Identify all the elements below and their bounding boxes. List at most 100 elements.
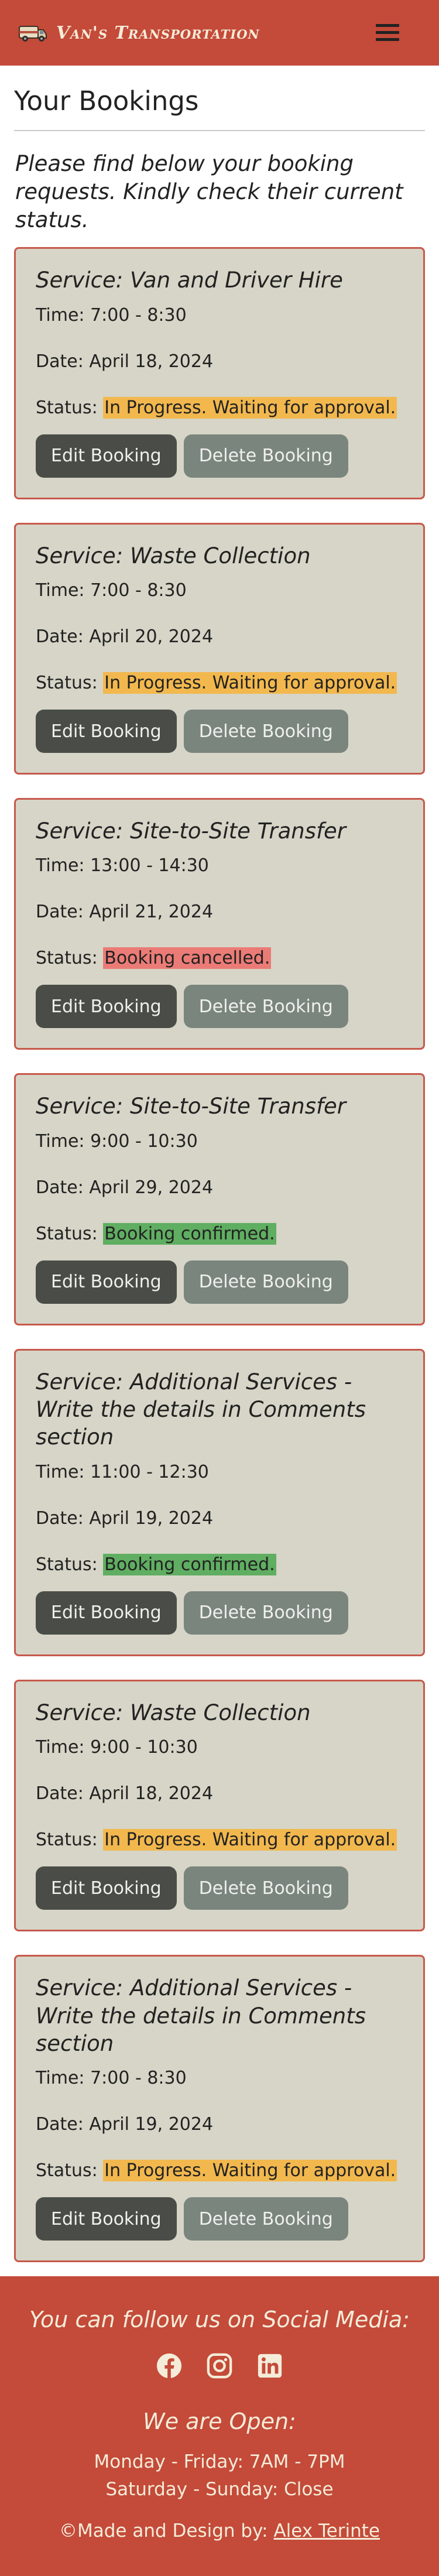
time-label: Time: [36, 1131, 85, 1152]
author-link[interactable]: Alex Terinte [273, 2520, 380, 2541]
delete-booking-button[interactable]: Delete Booking [183, 1591, 348, 1635]
booking-service: Service: Van and Driver Hire [36, 268, 343, 293]
credit-line: ©Made and Design by: Alex Terinte [0, 2520, 439, 2541]
date-value: April 20, 2024 [89, 626, 214, 647]
status-badge: In Progress. Waiting for approval. [103, 396, 397, 419]
booking-service: Service: Waste Collection [36, 1700, 311, 1725]
booking-status: Status: In Progress. Waiting for approva… [36, 396, 402, 419]
hamburger-bar [376, 24, 399, 27]
delete-booking-button[interactable]: Delete Booking [183, 710, 348, 753]
date-value: April 19, 2024 [89, 2114, 214, 2135]
booking-service: Service: Site-to-Site Transfer [36, 1094, 346, 1119]
booking-time: Time: 7:00 - 8:30 [36, 580, 402, 601]
hamburger-bar [376, 38, 399, 41]
opening-hours: Monday - Friday: 7AM - 7PM Saturday - Su… [0, 2448, 439, 2503]
hamburger-bar [376, 31, 399, 34]
booking-status: Status: In Progress. Waiting for approva… [36, 672, 402, 694]
time-label: Time: [36, 1461, 85, 1482]
edit-booking-button[interactable]: Edit Booking [36, 2197, 177, 2241]
time-value: 11:00 - 12:30 [90, 1461, 209, 1482]
time-value: 9:00 - 10:30 [90, 1131, 198, 1152]
delete-booking-button[interactable]: Delete Booking [183, 1260, 348, 1304]
time-value: 7:00 - 8:30 [90, 2068, 187, 2089]
date-label: Date: [36, 1783, 84, 1804]
date-label: Date: [36, 626, 84, 647]
navbar: Van's Transportation [0, 0, 439, 66]
booking-card: Service: Waste Collection Time: 7:00 - 8:… [14, 522, 425, 775]
edit-booking-button[interactable]: Edit Booking [36, 1260, 177, 1304]
bookings-list: Service: Van and Driver Hire Time: 7:00 -… [0, 247, 439, 2263]
date-value: April 18, 2024 [89, 351, 214, 372]
booking-service: Service: Additional Services - Write the… [36, 1369, 366, 1450]
booking-time: Time: 9:00 - 10:30 [36, 1131, 402, 1152]
booking-status: Status: In Progress. Waiting for approva… [36, 2160, 402, 2182]
booking-actions: Edit Booking Delete Booking [36, 985, 402, 1029]
footer: You can follow us on Social Media: We ar… [0, 2276, 439, 2576]
status-badge: Booking cancelled. [103, 947, 272, 970]
status-badge: Booking confirmed. [103, 1222, 276, 1245]
edit-booking-button[interactable]: Edit Booking [36, 1591, 177, 1635]
title-divider [14, 130, 425, 131]
status-label: Status: [36, 1830, 98, 1851]
edit-booking-button[interactable]: Edit Booking [36, 1866, 177, 1910]
status-badge: In Progress. Waiting for approval. [103, 1829, 397, 1851]
time-label: Time: [36, 2068, 85, 2089]
booking-date: Date: April 19, 2024 [36, 1508, 402, 1529]
booking-actions: Edit Booking Delete Booking [36, 1866, 402, 1910]
booking-card: Service: Additional Services - Write the… [14, 1348, 425, 1656]
brand-name: Van's Transportation [56, 22, 260, 43]
credit-prefix: ©Made and Design by: [59, 2520, 268, 2541]
time-label: Time: [36, 580, 85, 601]
time-value: 13:00 - 14:30 [90, 855, 209, 876]
booking-actions: Edit Booking Delete Booking [36, 1260, 402, 1304]
booking-time: Time: 7:00 - 8:30 [36, 305, 402, 326]
booking-time: Time: 11:00 - 12:30 [36, 1462, 402, 1482]
booking-card: Service: Site-to-Site Transfer Time: 9:00… [14, 1073, 425, 1325]
delete-booking-button[interactable]: Delete Booking [183, 2197, 348, 2241]
booking-card: Service: Site-to-Site Transfer Time: 13:0… [14, 798, 425, 1050]
date-label: Date: [36, 1508, 84, 1529]
instagram-icon[interactable] [206, 2352, 233, 2379]
booking-service: Service: Waste Collection [36, 543, 311, 568]
brand-link[interactable]: Van's Transportation [18, 23, 260, 43]
time-value: 7:00 - 8:30 [90, 580, 187, 601]
booking-date: Date: April 21, 2024 [36, 902, 402, 922]
status-label: Status: [36, 397, 98, 418]
delete-booking-button[interactable]: Delete Booking [183, 1866, 348, 1910]
booking-card: Service: Van and Driver Hire Time: 7:00 -… [14, 247, 425, 499]
open-hours-heading: We are Open: [143, 2409, 296, 2434]
booking-date: Date: April 18, 2024 [36, 1783, 402, 1804]
facebook-icon[interactable] [156, 2352, 183, 2379]
date-value: April 19, 2024 [89, 1508, 214, 1529]
status-badge: In Progress. Waiting for approval. [103, 672, 397, 694]
booking-card: Service: Waste Collection Time: 9:00 - 10… [14, 1679, 425, 1932]
van-icon [19, 26, 47, 42]
date-value: April 18, 2024 [89, 1783, 214, 1804]
hamburger-icon[interactable] [376, 23, 399, 43]
edit-booking-button[interactable]: Edit Booking [36, 434, 177, 478]
delete-booking-button[interactable]: Delete Booking [183, 985, 348, 1029]
status-badge: Booking confirmed. [103, 1553, 276, 1575]
status-label: Status: [36, 948, 98, 969]
booking-actions: Edit Booking Delete Booking [36, 1591, 402, 1635]
date-label: Date: [36, 351, 84, 372]
time-value: 7:00 - 8:30 [90, 304, 187, 326]
booking-time: Time: 13:00 - 14:30 [36, 855, 402, 876]
time-value: 9:00 - 10:30 [90, 1737, 198, 1758]
status-label: Status: [36, 673, 98, 693]
weekend-hours: Saturday - Sunday: Close [105, 2478, 334, 2500]
date-value: April 21, 2024 [89, 902, 214, 923]
edit-booking-button[interactable]: Edit Booking [36, 710, 177, 753]
booking-actions: Edit Booking Delete Booking [36, 710, 402, 753]
booking-status: Status: Booking cancelled. [36, 947, 402, 970]
date-label: Date: [36, 1177, 84, 1198]
booking-service: Service: Additional Services - Write the… [36, 1975, 366, 2056]
edit-booking-button[interactable]: Edit Booking [36, 985, 177, 1029]
time-label: Time: [36, 1737, 85, 1758]
delete-booking-button[interactable]: Delete Booking [183, 434, 348, 478]
follow-heading: You can follow us on Social Media: [29, 2307, 410, 2332]
booking-actions: Edit Booking Delete Booking [36, 2197, 402, 2241]
date-value: April 29, 2024 [89, 1177, 214, 1198]
booking-status: Status: Booking confirmed. [36, 1553, 402, 1575]
linkedin-icon[interactable] [256, 2352, 283, 2379]
